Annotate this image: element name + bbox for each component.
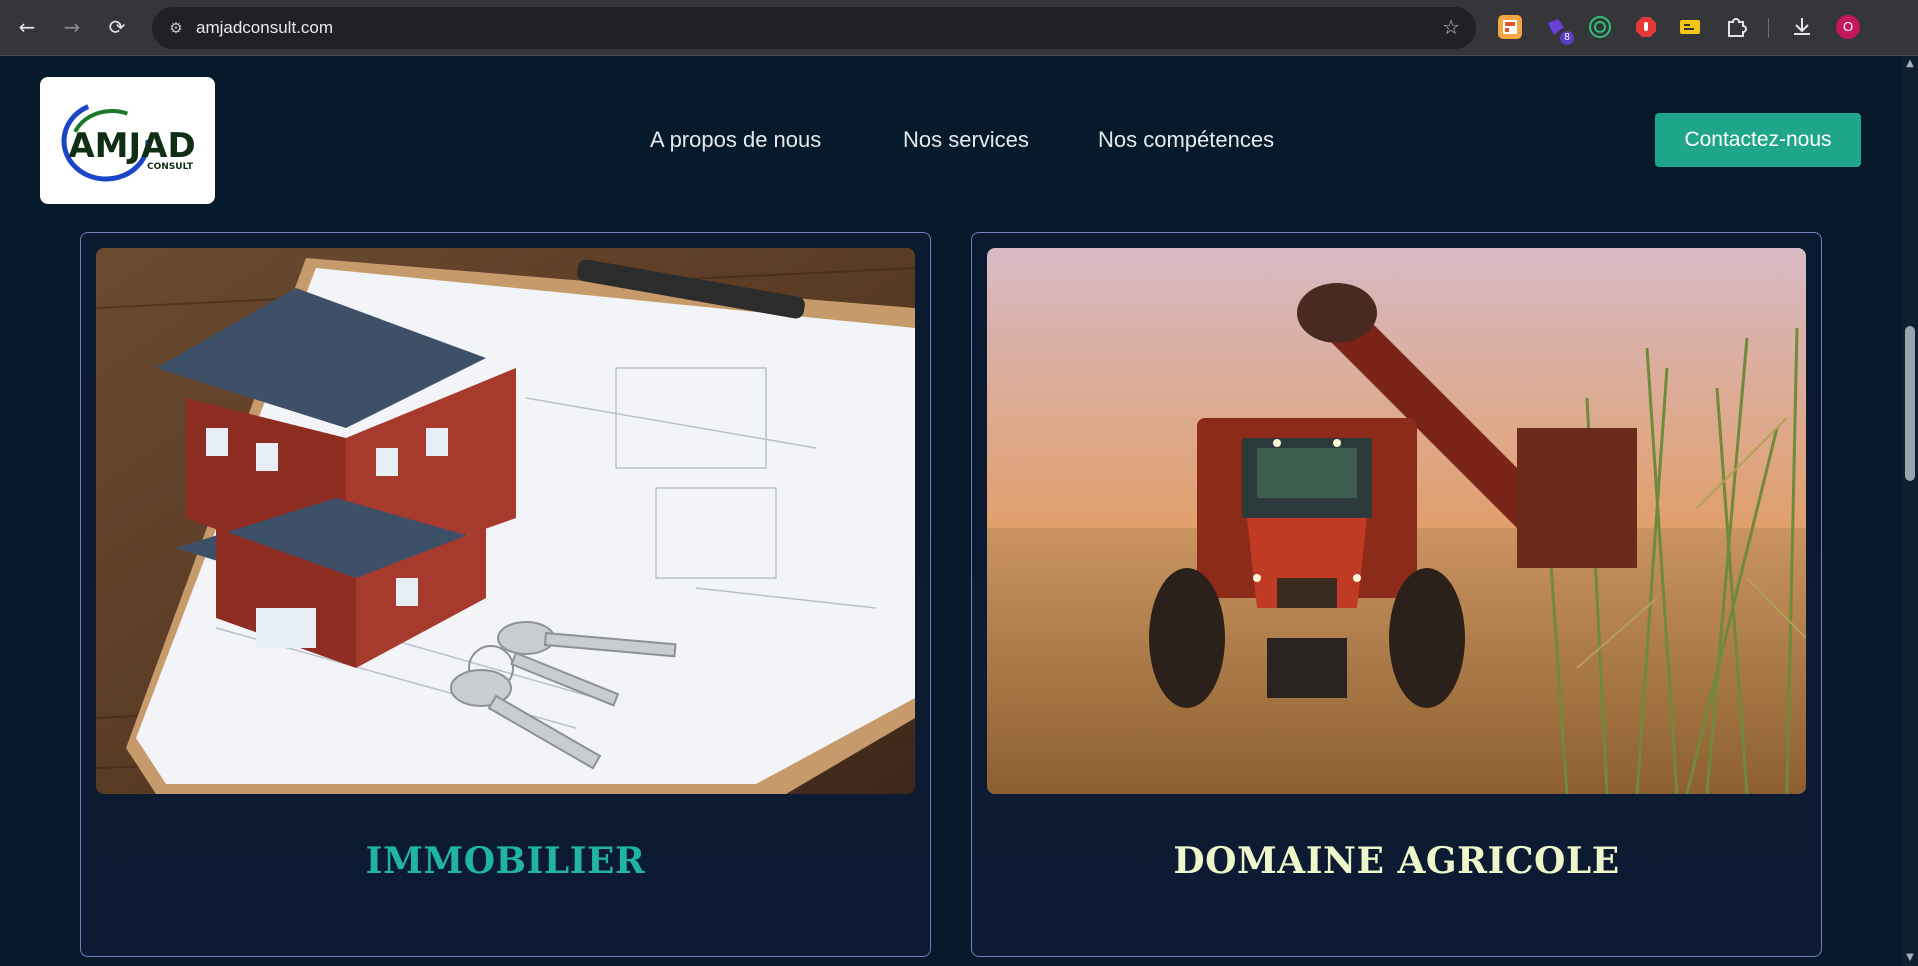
page-scrollbar[interactable]: ▲ ▼ [1902,56,1918,966]
back-icon[interactable]: ← [12,12,42,42]
puzzle-icon[interactable] [1724,15,1748,39]
scroll-up-icon[interactable]: ▲ [1902,56,1918,72]
extension-badge: 8 [1560,31,1574,45]
toolbar-divider [1768,18,1769,38]
download-icon[interactable] [1790,15,1814,39]
stop-hand-icon[interactable] [1634,15,1658,39]
card-title-immobilier: IMMOBILIER [365,840,646,882]
card-title-agricole: DOMAINE AGRICOLE [1173,840,1620,882]
url-text[interactable]: amjadconsult.com [196,18,333,38]
extension-icon-1[interactable] [1498,15,1522,39]
site-logo[interactable]: AMJAD CONSULT [40,77,215,204]
nav-about[interactable]: A propos de nous [650,126,821,154]
site-info-icon[interactable]: ⚙ [166,18,186,38]
nav-services[interactable]: Nos services [903,126,1029,154]
logo-subtext: CONSULT [147,162,194,172]
logo-wordmark: AMJAD [68,126,195,166]
bookmark-star-icon[interactable]: ☆ [1442,16,1460,38]
house-model-image [96,248,915,794]
reload-icon[interactable]: ⟳ [102,12,132,42]
extension-icon-2[interactable]: 8 [1544,15,1574,45]
scroll-down-icon[interactable]: ▼ [1902,950,1918,966]
browser-toolbar: ← → ⟳ ⚙ amjadconsult.com ☆ 8 O [0,0,1918,56]
nav-skills[interactable]: Nos compétences [1098,126,1274,154]
contact-button[interactable]: Contactez-nous [1655,113,1861,167]
service-card-agricole[interactable]: DOMAINE AGRICOLE [971,232,1822,957]
profile-avatar[interactable]: O [1836,15,1860,39]
harvester-image [987,248,1806,794]
forward-icon[interactable]: → [57,12,87,42]
address-bar[interactable]: ⚙ amjadconsult.com ☆ [152,7,1476,49]
service-card-immobilier[interactable]: IMMOBILIER [80,232,931,957]
extension-icon-5[interactable] [1678,15,1702,39]
scroll-thumb[interactable] [1905,326,1915,481]
extension-icon-3[interactable] [1588,15,1612,39]
